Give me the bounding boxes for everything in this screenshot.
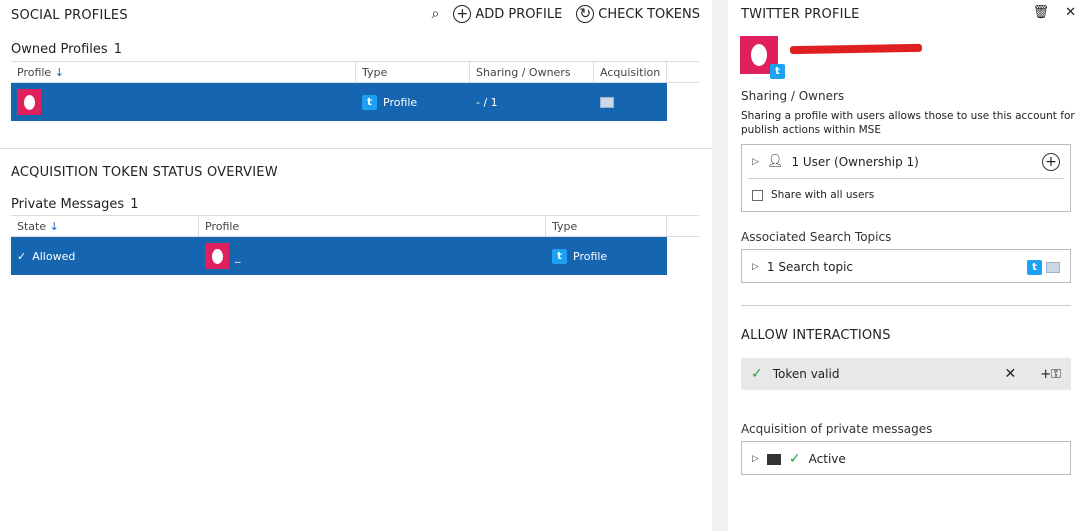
twitter-icon: t	[552, 248, 567, 264]
search-topic-row[interactable]: ▷ 1 Search topic t	[742, 250, 1070, 284]
twitter-icon: t	[362, 94, 377, 110]
profile-cell: _	[199, 237, 546, 275]
delete-icon[interactable]: 🗑︎	[1033, 5, 1050, 20]
share-all-checkbox[interactable]	[752, 189, 763, 201]
token-label: Token valid	[772, 367, 840, 381]
token-row: ✓ Token valid ✕ +⚿	[741, 358, 1071, 390]
avatar	[17, 89, 41, 115]
table-header: Profile ↓ Type Sharing / Owners Acquisit…	[11, 61, 699, 83]
check-icon: ✓	[788, 451, 801, 467]
acquisition-overview-title: ACQUISITION TOKEN STATUS OVERVIEW	[11, 165, 278, 180]
type-cell: t Profile	[546, 237, 667, 275]
type-label: Profile	[573, 249, 608, 263]
sharing-box: ▷ 👤︎ 1 User (Ownership 1) + Share with a…	[741, 144, 1071, 212]
share-all-label: Share with all users	[771, 189, 875, 201]
table-row[interactable]: ✓ Allowed _ t Profile	[11, 237, 667, 275]
search-topics-label: Associated Search Topics	[741, 230, 892, 244]
avatar	[205, 243, 229, 269]
allow-interactions-title: ALLOW INTERACTIONS	[741, 328, 891, 343]
check-tokens-button[interactable]: ↻ CHECK TOKENS	[576, 5, 700, 23]
toolbar: ⌕ + ADD PROFILE ↻ CHECK TOKENS	[432, 5, 700, 23]
private-messages-table: State ↓ Profile Type ✓ Allowed _ t Profi…	[11, 215, 699, 275]
panel-splitter[interactable]	[712, 0, 728, 531]
state-cell: ✓ Allowed	[11, 237, 199, 275]
owned-profiles-table: Profile ↓ Type Sharing / Owners Acquisit…	[11, 61, 699, 121]
state-label: Allowed	[32, 249, 76, 263]
add-message-topic-icon[interactable]	[1046, 261, 1060, 273]
check-icon: ✓	[17, 249, 27, 263]
private-messages-label: Private Messages	[11, 197, 125, 212]
acquisition-status: Active	[808, 452, 846, 466]
users-row[interactable]: ▷ 👤︎ 1 User (Ownership 1) +	[748, 145, 1064, 179]
redacted-handle	[789, 43, 923, 55]
add-key-icon[interactable]: +⚿	[1040, 367, 1061, 382]
column-acquisition[interactable]: Acquisition	[594, 62, 667, 82]
search-topics-box: ▷ 1 Search topic t	[741, 249, 1071, 283]
table-row[interactable]: t Profile - / 1	[11, 83, 667, 121]
check-tokens-label: CHECK TOKENS	[598, 6, 700, 22]
close-icon[interactable]: ✕	[1065, 5, 1076, 20]
acquisition-label: Acquisition of private messages	[741, 422, 933, 436]
sharing-description: Sharing a profile with users allows thos…	[741, 110, 1075, 136]
divider	[0, 148, 712, 149]
acquisition-box: ▷ ✓ Active	[741, 441, 1071, 475]
acquisition-cell	[594, 83, 667, 121]
mail-icon	[600, 96, 614, 108]
check-icon: ✓	[751, 366, 763, 382]
type-label: Profile	[383, 95, 418, 109]
add-twitter-topic-icon[interactable]: t	[1027, 259, 1042, 275]
twitter-icon: t	[770, 64, 785, 79]
profile-name: _	[235, 249, 241, 263]
expand-triangle-icon[interactable]: ▷	[752, 157, 759, 167]
panel-title: SOCIAL PROFILES	[11, 8, 128, 23]
panel-title: TWITTER PROFILE	[741, 7, 860, 22]
sharing-owners-label: Sharing / Owners	[741, 89, 845, 103]
close-icon[interactable]: ✕	[1004, 366, 1016, 382]
acquisition-row[interactable]: ▷ ✓ Active	[742, 442, 1070, 476]
column-type[interactable]: Type	[546, 216, 667, 236]
owned-profiles-heading: Owned Profiles 1	[11, 42, 122, 57]
refresh-icon: ↻	[576, 5, 595, 23]
column-sharing[interactable]: Sharing / Owners	[470, 62, 594, 82]
owned-profiles-label: Owned Profiles	[11, 42, 108, 57]
users-label: 1 User (Ownership 1)	[791, 154, 919, 169]
sharing-cell: - / 1	[476, 95, 498, 109]
search-topic-label: 1 Search topic	[766, 260, 854, 274]
private-messages-count: 1	[130, 197, 139, 212]
add-profile-label: ADD PROFILE	[475, 6, 563, 22]
column-type[interactable]: Type	[356, 62, 470, 82]
divider	[741, 305, 1071, 306]
add-user-button[interactable]: +	[1042, 152, 1060, 171]
search-icon[interactable]: ⌕	[432, 6, 440, 22]
mail-icon	[766, 453, 781, 465]
expand-triangle-icon[interactable]: ▷	[752, 454, 759, 464]
column-profile[interactable]: Profile ↓	[11, 62, 356, 82]
panel-actions: 🗑︎ ✕	[1033, 5, 1076, 20]
column-profile[interactable]: Profile	[199, 216, 546, 236]
owned-profiles-count: 1	[113, 42, 122, 57]
profile-cell	[11, 83, 356, 121]
column-state[interactable]: State ↓	[11, 216, 199, 236]
plus-circle-icon: +	[453, 5, 472, 23]
sort-down-icon: ↓	[54, 66, 64, 79]
sort-down-icon: ↓	[49, 220, 59, 233]
private-messages-heading: Private Messages 1	[11, 197, 139, 212]
share-all-row[interactable]: Share with all users	[742, 179, 1070, 211]
type-cell: t Profile	[356, 83, 470, 121]
user-icon: 👤︎	[766, 154, 784, 169]
twitter-profile-panel: TWITTER PROFILE 🗑︎ ✕ t Sharing / Owners …	[728, 0, 1084, 531]
expand-triangle-icon[interactable]: ▷	[752, 262, 759, 272]
add-profile-button[interactable]: + ADD PROFILE	[453, 5, 562, 23]
social-profiles-panel: SOCIAL PROFILES ⌕ + ADD PROFILE ↻ CHECK …	[0, 0, 712, 531]
table-header: State ↓ Profile Type	[11, 215, 699, 237]
